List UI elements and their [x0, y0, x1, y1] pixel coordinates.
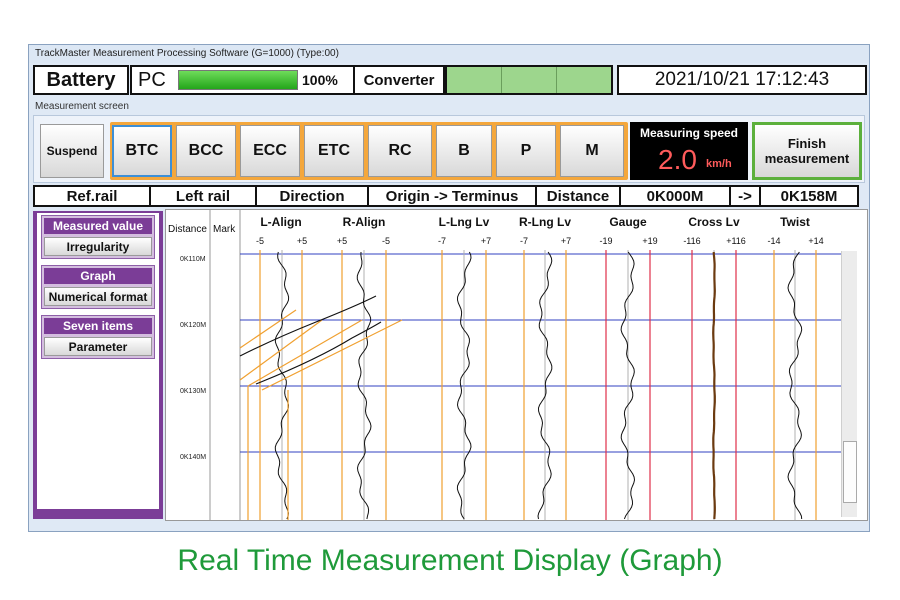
measuring-speed-display: Measuring speed 2.0 km/h: [630, 122, 748, 180]
channel-name: L-Lng Lv: [439, 215, 490, 229]
numerical-format-button[interactable]: Numerical format: [44, 287, 152, 306]
pc-level-meter: [178, 70, 298, 90]
channel-name: Cross Lv: [688, 215, 740, 229]
channel-min-label: -14: [767, 236, 780, 246]
refrail-label: Ref.rail: [33, 185, 151, 207]
channel-max-label: +5: [297, 236, 307, 246]
side-header: Graph: [44, 268, 152, 284]
channel-max-label: -5: [382, 236, 390, 246]
converter-indicator: [445, 65, 613, 95]
distance-tick-label: 0K130M: [180, 388, 206, 395]
speed-unit: km/h: [706, 158, 732, 170]
distance-grid: [240, 253, 842, 453]
channel-max-label: +14: [808, 236, 823, 246]
side-header: Measured value: [44, 218, 152, 234]
channel-min-label: +5: [337, 236, 347, 246]
distance-to: 0K158M: [759, 185, 859, 207]
measurement-screen-label: Measurement screen: [35, 101, 129, 112]
mode-button-rc[interactable]: RC: [368, 125, 432, 177]
caption: Real Time Measurement Display (Graph): [177, 544, 723, 577]
finish-label: Finish measurement: [765, 136, 850, 166]
mode-button-p[interactable]: P: [496, 125, 556, 177]
channel-min-label: -116: [683, 236, 700, 246]
channel-name: R-Align: [343, 215, 386, 229]
distance-label-layer: 0K110M 0K120M 0K130M 0K140M: [180, 256, 206, 461]
side-group-seven-items: Seven items Parameter: [41, 315, 155, 359]
mark-header: Mark: [213, 224, 236, 235]
speed-value: 2.0: [658, 144, 697, 175]
side-menu: Measured value Irregularity Graph Numeri…: [33, 211, 163, 519]
app-window: TrackMaster Measurement Processing Softw…: [28, 44, 870, 532]
channel-max-label: +7: [481, 236, 491, 246]
mode-button-bcc[interactable]: BCC: [176, 125, 236, 177]
channel-name: L-Align: [260, 215, 301, 229]
channel-trace: [712, 251, 716, 520]
graph-scrollbar[interactable]: [841, 251, 857, 517]
speed-title: Measuring speed: [639, 126, 739, 140]
mode-button-btc[interactable]: BTC: [112, 125, 172, 177]
distance-label: Distance: [535, 185, 621, 207]
pc-status: PC 100%: [130, 65, 358, 95]
channel-max-label: +7: [561, 236, 571, 246]
scroll-thumb[interactable]: [843, 441, 857, 503]
channel-name: Gauge: [609, 215, 647, 229]
pc-level-fill: [179, 71, 297, 89]
battery-label: Battery: [33, 65, 129, 95]
refrail-value: Left rail: [149, 185, 257, 207]
distance-arrow: ->: [729, 185, 761, 207]
channel-max-label: +19: [642, 236, 657, 246]
pc-label: PC: [138, 68, 166, 91]
finish-measurement-button[interactable]: Finish measurement: [752, 122, 862, 180]
measurement-control-panel: Suspend BTC BCC ECC ETC RC B P M Measuring spee…: [33, 115, 865, 183]
transition-line: [247, 319, 363, 387]
converter-cell: [557, 67, 611, 93]
special-lines: [239, 295, 403, 520]
suspend-button[interactable]: Suspend: [40, 124, 104, 178]
mode-button-etc[interactable]: ETC: [304, 125, 364, 177]
info-row: Ref.rail Left rail Direction Origin -> T…: [33, 185, 865, 207]
distance-tick-label: 0K140M: [180, 454, 206, 461]
transition-line: [261, 319, 403, 391]
pc-percent: 100%: [302, 72, 338, 88]
converter-cell: [447, 67, 502, 93]
channel-min-label: -5: [256, 236, 264, 246]
channel-min-label: -7: [520, 236, 528, 246]
channel-name: R-Lng Lv: [519, 215, 571, 229]
distance-header: Distance: [168, 224, 207, 235]
finish-line-1: Finish: [787, 136, 827, 151]
parameter-button[interactable]: Parameter: [44, 337, 152, 356]
direction-value: Origin -> Terminus: [367, 185, 537, 207]
converter-label: Converter: [353, 65, 445, 95]
finish-line-2: measurement: [764, 151, 850, 166]
distance-tick-label: 0K110M: [180, 256, 206, 263]
channel-layer: L-Align -5 +5 R-Align +5 -5 L-Lng Lv -7 +7 R-Lng …: [256, 215, 824, 520]
side-header: Seven items: [44, 318, 152, 334]
distance-tick-label: 0K120M: [180, 322, 206, 329]
mode-button-ecc[interactable]: ECC: [240, 125, 300, 177]
direction-label: Direction: [255, 185, 369, 207]
mode-button-group: BTC BCC ECC ETC RC B P M: [110, 122, 628, 180]
side-group-measured-value: Measured value Irregularity: [41, 215, 155, 259]
side-group-graph: Graph Numerical format: [41, 265, 155, 309]
graph-canvas: Distance Mark L-Align -5 +5 R-Align +5 -5 L-Ln…: [168, 210, 842, 520]
window-title: TrackMaster Measurement Processing Softw…: [29, 45, 869, 63]
channel-max-label: +116: [726, 236, 746, 246]
datetime: 2021/10/21 17:12:43: [617, 65, 867, 95]
measurement-graph: Distance Mark L-Align -5 +5 R-Align +5 -5 L-Ln…: [165, 209, 868, 521]
mode-button-m[interactable]: M: [560, 125, 624, 177]
side-menu-body: Measured value Irregularity Graph Numeri…: [37, 213, 159, 509]
irregularity-button[interactable]: Irregularity: [44, 237, 152, 256]
channel-name: Twist: [780, 215, 810, 229]
distance-from: 0K000M: [619, 185, 731, 207]
converter-cell: [502, 67, 557, 93]
mode-button-b[interactable]: B: [436, 125, 492, 177]
channel-min-label: -19: [599, 236, 612, 246]
channel-min-label: -7: [438, 236, 446, 246]
